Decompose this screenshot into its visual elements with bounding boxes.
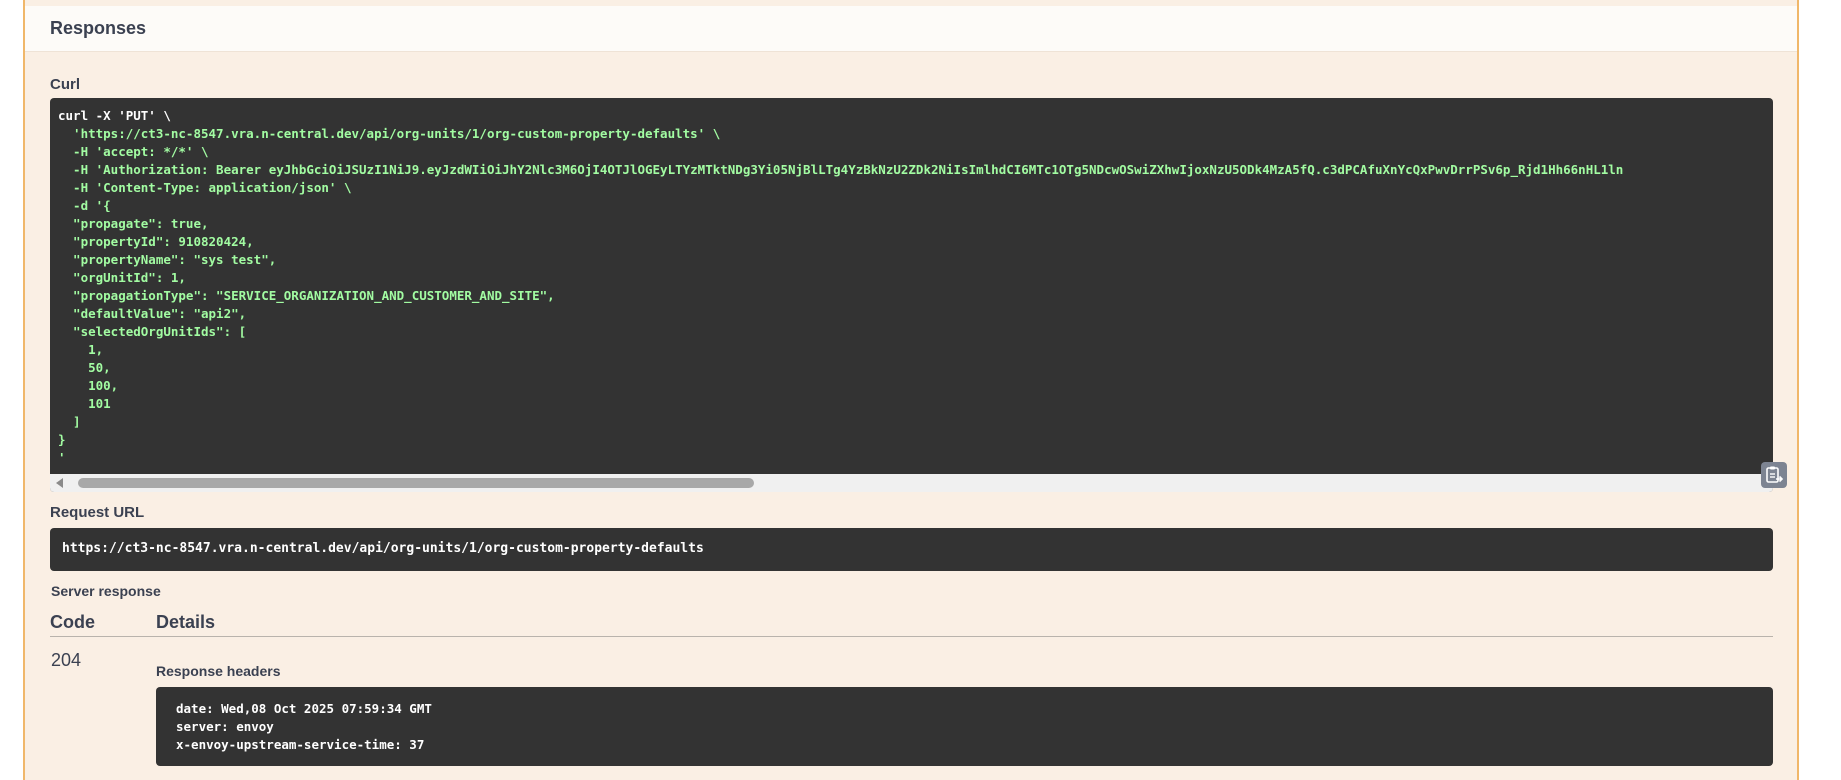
- header-line: date: Wed,08 Oct 2025 07:59:34 GMT: [176, 701, 432, 716]
- curl-code-block[interactable]: curl -X 'PUT' \ 'https://ct3-nc-8547.vra…: [50, 98, 1773, 492]
- curl-line: ]: [58, 414, 81, 429]
- curl-line: "selectedOrgUnitIds": [: [58, 324, 247, 339]
- responses-header: Responses: [25, 6, 1797, 52]
- curl-command: curl -X 'PUT' \ 'https://ct3-nc-8547.vra…: [58, 107, 1623, 467]
- responses-title: Responses: [50, 18, 147, 38]
- header-line: server: envoy: [176, 719, 274, 734]
- request-url-block: https://ct3-nc-8547.vra.n-central.dev/ap…: [50, 528, 1773, 571]
- horizontal-scrollbar[interactable]: [50, 474, 1773, 492]
- curl-line: "defaultValue": "api2",: [58, 306, 247, 321]
- curl-line: 100,: [58, 378, 119, 393]
- request-url-label: Request URL: [50, 504, 145, 521]
- curl-line: curl -X 'PUT' \: [58, 108, 171, 123]
- curl-line: -H 'Content-Type: application/json' \: [58, 180, 352, 195]
- curl-line: 101: [58, 396, 111, 411]
- response-headers-label: Response headers: [156, 663, 281, 679]
- server-response-label: Server response: [51, 583, 161, 599]
- copy-to-clipboard-button[interactable]: [1761, 462, 1787, 488]
- curl-line: 50,: [58, 360, 111, 375]
- curl-line: "orgUnitId": 1,: [58, 270, 186, 285]
- clipboard-copy-icon: [1766, 466, 1784, 483]
- response-headers-text: date: Wed,08 Oct 2025 07:59:34 GMT serve…: [176, 700, 432, 754]
- curl-line: 1,: [58, 342, 104, 357]
- curl-line: "propagationType": "SERVICE_ORGANIZATION…: [58, 288, 555, 303]
- curl-line: "propertyName": "sys test",: [58, 252, 277, 267]
- curl-line: -H 'accept: */*' \: [58, 144, 209, 159]
- status-code: 204: [51, 650, 82, 670]
- responses-panel: Responses Curl curl -X 'PUT' \ 'https://…: [23, 0, 1799, 780]
- response-headers-block: date: Wed,08 Oct 2025 07:59:34 GMT serve…: [156, 687, 1773, 766]
- curl-line: -H 'Authorization: Bearer eyJhbGciOiJSUz…: [58, 162, 1624, 177]
- code-column-header: Code: [50, 612, 95, 632]
- header-line: x-envoy-upstream-service-time: 37: [176, 737, 425, 752]
- table-divider: [50, 636, 1773, 637]
- curl-line: "propertyId": 910820424,: [58, 234, 254, 249]
- curl-line: }: [58, 432, 66, 447]
- request-url-value: https://ct3-nc-8547.vra.n-central.dev/ap…: [62, 541, 704, 556]
- curl-line: "propagate": true,: [58, 216, 209, 231]
- scroll-left-arrow-icon[interactable]: [56, 478, 63, 488]
- curl-label: Curl: [50, 76, 80, 93]
- curl-line: ': [58, 450, 66, 465]
- scrollbar-thumb[interactable]: [78, 478, 754, 488]
- details-column-header: Details: [156, 612, 216, 632]
- curl-line: 'https://ct3-nc-8547.vra.n-central.dev/a…: [58, 126, 721, 141]
- curl-line: -d '{: [58, 198, 111, 213]
